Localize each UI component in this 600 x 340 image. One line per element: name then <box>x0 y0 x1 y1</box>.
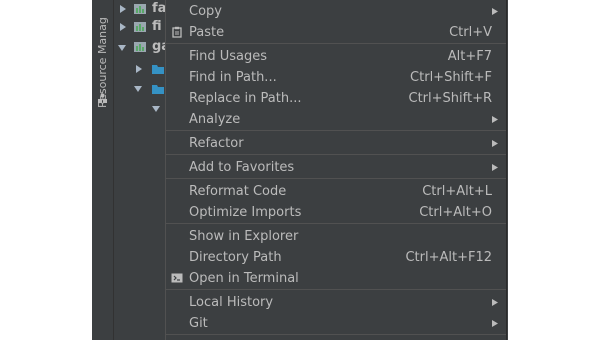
menu-item-shortcut: Alt+F7 <box>447 49 492 64</box>
tree-row-module-ga[interactable]: ga <box>114 38 165 58</box>
menu-separator <box>166 334 506 335</box>
menu-item-label: Reformat Code <box>189 184 287 199</box>
menu-item-label: Copy <box>189 4 222 19</box>
menu-separator <box>166 130 506 131</box>
menu-item-label: Analyze <box>189 112 241 127</box>
tree-label: fa <box>152 1 165 16</box>
menu-item-shortcut: Ctrl+Shift+R <box>408 91 493 106</box>
menu-separator <box>166 289 506 290</box>
menu-item-local-history[interactable]: Local History <box>166 292 506 313</box>
menu-item-shortcut: Ctrl+Alt+O <box>419 205 492 220</box>
menu-item-shortcut: Ctrl+Alt+L <box>422 184 492 199</box>
folder-icon[interactable] <box>151 83 165 95</box>
menu-item-analyze[interactable]: Analyze <box>166 109 506 130</box>
submenu-arrow-icon <box>492 8 498 15</box>
module-icon <box>134 22 146 32</box>
menu-item-label: Directory Path <box>189 250 282 265</box>
menu-item-find-usages[interactable]: Find Usages Alt+F7 <box>166 46 506 67</box>
collapsed-arrow-icon[interactable] <box>134 64 144 74</box>
menu-item-refactor[interactable]: Refactor <box>166 133 506 154</box>
terminal-icon <box>171 273 183 283</box>
menu-item-label: Local History <box>189 295 274 310</box>
menu-item-reformat-code[interactable]: Reformat Code Ctrl+Alt+L <box>166 181 506 202</box>
expanded-arrow-icon[interactable] <box>151 104 161 114</box>
menu-item-add-to-favorites[interactable]: Add to Favorites <box>166 157 506 178</box>
module-icon <box>134 4 146 14</box>
menu-separator <box>166 43 506 44</box>
menu-item-label: Paste <box>189 25 225 40</box>
tree-label: ga <box>152 39 165 54</box>
menu-item-label: Add to Favorites <box>189 160 295 175</box>
tree-row-module-fi[interactable]: fi <box>114 18 165 38</box>
resource-manager-icon[interactable] <box>97 93 108 104</box>
menu-item-shortcut: Ctrl+V <box>449 25 492 40</box>
menu-item-label: Git <box>189 316 208 331</box>
submenu-arrow-icon <box>492 299 498 306</box>
submenu-arrow-icon <box>492 164 498 171</box>
menu-item-label: Open in Terminal <box>189 271 299 286</box>
module-icon <box>134 42 146 52</box>
submenu-arrow-icon <box>492 116 498 123</box>
project-tree-panel: fa fi ga <box>114 0 165 340</box>
menu-item-paste[interactable]: Paste Ctrl+V <box>166 22 506 43</box>
menu-item-label: Find Usages <box>189 49 268 64</box>
menu-item-label: Find in Path... <box>189 70 277 85</box>
menu-item-find-in-path[interactable]: Find in Path... Ctrl+Shift+F <box>166 67 506 88</box>
menu-item-show-in-explorer[interactable]: Show in Explorer <box>166 226 506 247</box>
menu-item-label: Optimize Imports <box>189 205 302 220</box>
tree-label: fi <box>152 19 162 34</box>
tree-row-module-fa[interactable]: fa <box>114 0 165 20</box>
submenu-arrow-icon <box>492 320 498 327</box>
menu-item-shortcut: Ctrl+Alt+F12 <box>405 250 492 265</box>
menu-item-shortcut: Ctrl+Shift+F <box>410 70 492 85</box>
folder-icon[interactable] <box>151 63 165 75</box>
menu-separator <box>166 154 506 155</box>
menu-item-copy[interactable]: Copy <box>166 1 506 22</box>
menu-item-optimize-imports[interactable]: Optimize Imports Ctrl+Alt+O <box>166 202 506 223</box>
menu-item-label: Replace in Path... <box>189 91 302 106</box>
menu-item-replace-in-path[interactable]: Replace in Path... Ctrl+Shift+R <box>166 88 506 109</box>
menu-item-open-in-terminal[interactable]: Open in Terminal <box>166 268 506 289</box>
screenshot-stage: Resource Manag fa fi g Copy Paste Ctrl+V… <box>0 0 600 340</box>
collapsed-arrow-icon[interactable] <box>118 4 128 14</box>
submenu-arrow-icon <box>492 140 498 147</box>
menu-item-git[interactable]: Git <box>166 313 506 334</box>
expanded-arrow-icon[interactable] <box>133 84 143 94</box>
collapsed-arrow-icon[interactable] <box>118 22 128 32</box>
project-context-menu: Copy Paste Ctrl+V Find Usages Alt+F7 Fin… <box>165 0 507 340</box>
menu-item-label: Show in Explorer <box>189 229 299 244</box>
menu-item-label: Refactor <box>189 136 244 151</box>
expanded-arrow-icon[interactable] <box>117 43 127 53</box>
menu-item-directory-path[interactable]: Directory Path Ctrl+Alt+F12 <box>166 247 506 268</box>
paste-icon <box>172 26 182 38</box>
left-tool-window-strip: Resource Manag <box>92 0 114 340</box>
menu-separator <box>166 178 506 179</box>
menu-separator <box>166 223 506 224</box>
resource-manager-tab[interactable]: Resource Manag <box>94 0 111 108</box>
